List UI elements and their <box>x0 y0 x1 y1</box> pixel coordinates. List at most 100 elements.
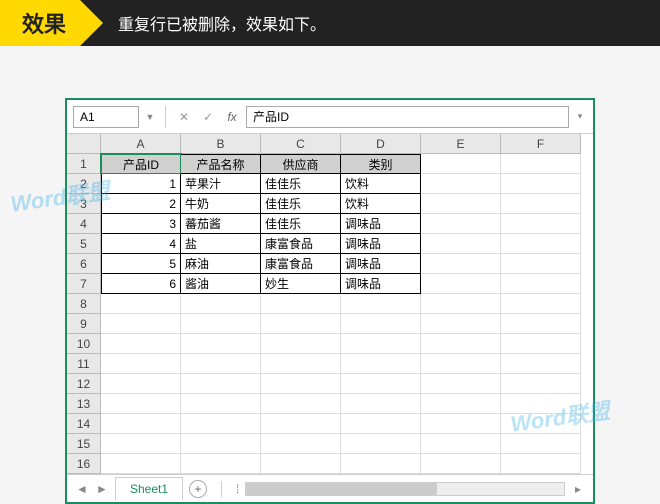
cell[interactable] <box>261 334 341 354</box>
column-header[interactable]: D <box>341 134 421 154</box>
cell[interactable] <box>101 394 181 414</box>
cell[interactable]: 产品ID <box>101 154 181 174</box>
row-header[interactable]: 9 <box>67 314 101 334</box>
cell[interactable] <box>421 434 501 454</box>
cell[interactable]: 苹果汁 <box>181 174 261 194</box>
cell[interactable] <box>501 214 581 234</box>
cell[interactable] <box>421 414 501 434</box>
row-header[interactable]: 16 <box>67 454 101 474</box>
cell[interactable] <box>181 394 261 414</box>
cell[interactable] <box>261 354 341 374</box>
cell[interactable] <box>421 274 501 294</box>
cell[interactable] <box>261 374 341 394</box>
cell[interactable] <box>101 454 181 474</box>
cell[interactable] <box>101 434 181 454</box>
cell[interactable] <box>501 234 581 254</box>
cell[interactable]: 调味品 <box>341 234 421 254</box>
cell[interactable]: 牛奶 <box>181 194 261 214</box>
cell[interactable]: 盐 <box>181 234 261 254</box>
row-header[interactable]: 3 <box>67 194 101 214</box>
cell[interactable] <box>501 434 581 454</box>
cell[interactable]: 3 <box>101 214 181 234</box>
cell[interactable] <box>341 334 421 354</box>
cell[interactable] <box>501 394 581 414</box>
column-header[interactable]: B <box>181 134 261 154</box>
cell[interactable]: 佳佳乐 <box>261 194 341 214</box>
cell[interactable]: 供应商 <box>261 154 341 174</box>
cell[interactable] <box>501 274 581 294</box>
row-header[interactable]: 4 <box>67 214 101 234</box>
cell[interactable] <box>341 414 421 434</box>
cell[interactable] <box>181 374 261 394</box>
cell[interactable] <box>181 334 261 354</box>
cell[interactable] <box>261 314 341 334</box>
cell[interactable] <box>341 394 421 414</box>
cell[interactable] <box>101 334 181 354</box>
cancel-icon[interactable]: ✕ <box>174 110 194 124</box>
cell[interactable]: 类别 <box>341 154 421 174</box>
formula-expand-icon[interactable]: ▾ <box>573 111 587 122</box>
spreadsheet-grid[interactable]: ABCDEF1产品ID产品名称供应商类别21苹果汁佳佳乐饮料32牛奶佳佳乐饮料4… <box>67 134 593 474</box>
cell[interactable] <box>181 454 261 474</box>
cell[interactable] <box>421 294 501 314</box>
sheet-tab[interactable]: Sheet1 <box>115 477 183 500</box>
cell[interactable] <box>181 294 261 314</box>
row-header[interactable]: 14 <box>67 414 101 434</box>
cell[interactable] <box>501 374 581 394</box>
cell[interactable] <box>501 354 581 374</box>
cell[interactable] <box>421 254 501 274</box>
cell[interactable] <box>421 174 501 194</box>
cell[interactable] <box>181 354 261 374</box>
cell[interactable]: 调味品 <box>341 214 421 234</box>
cell[interactable] <box>101 294 181 314</box>
cell[interactable] <box>501 254 581 274</box>
cell[interactable] <box>261 414 341 434</box>
column-header[interactable]: A <box>101 134 181 154</box>
row-header[interactable]: 1 <box>67 154 101 174</box>
column-header[interactable]: C <box>261 134 341 154</box>
row-header[interactable]: 15 <box>67 434 101 454</box>
cell[interactable] <box>261 394 341 414</box>
cell[interactable] <box>341 454 421 474</box>
cell[interactable]: 饮料 <box>341 174 421 194</box>
cell[interactable] <box>501 294 581 314</box>
cell[interactable] <box>501 414 581 434</box>
tab-split-icon[interactable]: ⁞ <box>236 482 239 496</box>
cell[interactable] <box>341 434 421 454</box>
cell[interactable] <box>101 354 181 374</box>
cell[interactable] <box>421 374 501 394</box>
row-header[interactable]: 13 <box>67 394 101 414</box>
cell[interactable]: 佳佳乐 <box>261 174 341 194</box>
cell[interactable]: 佳佳乐 <box>261 214 341 234</box>
cell[interactable] <box>421 154 501 174</box>
name-box-dropdown-icon[interactable]: ▼ <box>143 112 157 122</box>
cell[interactable]: 饮料 <box>341 194 421 214</box>
tab-next-icon[interactable]: ► <box>95 482 109 496</box>
cell[interactable] <box>421 214 501 234</box>
cell[interactable]: 调味品 <box>341 274 421 294</box>
cell[interactable] <box>101 414 181 434</box>
fx-icon[interactable]: fx <box>222 110 242 124</box>
formula-input[interactable]: 产品ID <box>246 106 569 128</box>
row-header[interactable]: 2 <box>67 174 101 194</box>
add-sheet-button[interactable]: + <box>189 480 207 498</box>
cell[interactable] <box>101 314 181 334</box>
cell[interactable]: 康富食品 <box>261 234 341 254</box>
horizontal-scrollbar[interactable] <box>245 482 565 496</box>
cell[interactable] <box>261 454 341 474</box>
cell[interactable] <box>341 354 421 374</box>
cell[interactable] <box>421 314 501 334</box>
cell[interactable] <box>501 194 581 214</box>
cell[interactable] <box>341 294 421 314</box>
cell[interactable] <box>421 454 501 474</box>
column-header[interactable]: F <box>501 134 581 154</box>
cell[interactable] <box>101 374 181 394</box>
cell[interactable]: 6 <box>101 274 181 294</box>
cell[interactable]: 麻油 <box>181 254 261 274</box>
cell[interactable] <box>421 334 501 354</box>
cell[interactable] <box>181 434 261 454</box>
cell[interactable]: 康富食品 <box>261 254 341 274</box>
cell[interactable]: 蕃茄酱 <box>181 214 261 234</box>
cell[interactable]: 2 <box>101 194 181 214</box>
row-header[interactable]: 11 <box>67 354 101 374</box>
